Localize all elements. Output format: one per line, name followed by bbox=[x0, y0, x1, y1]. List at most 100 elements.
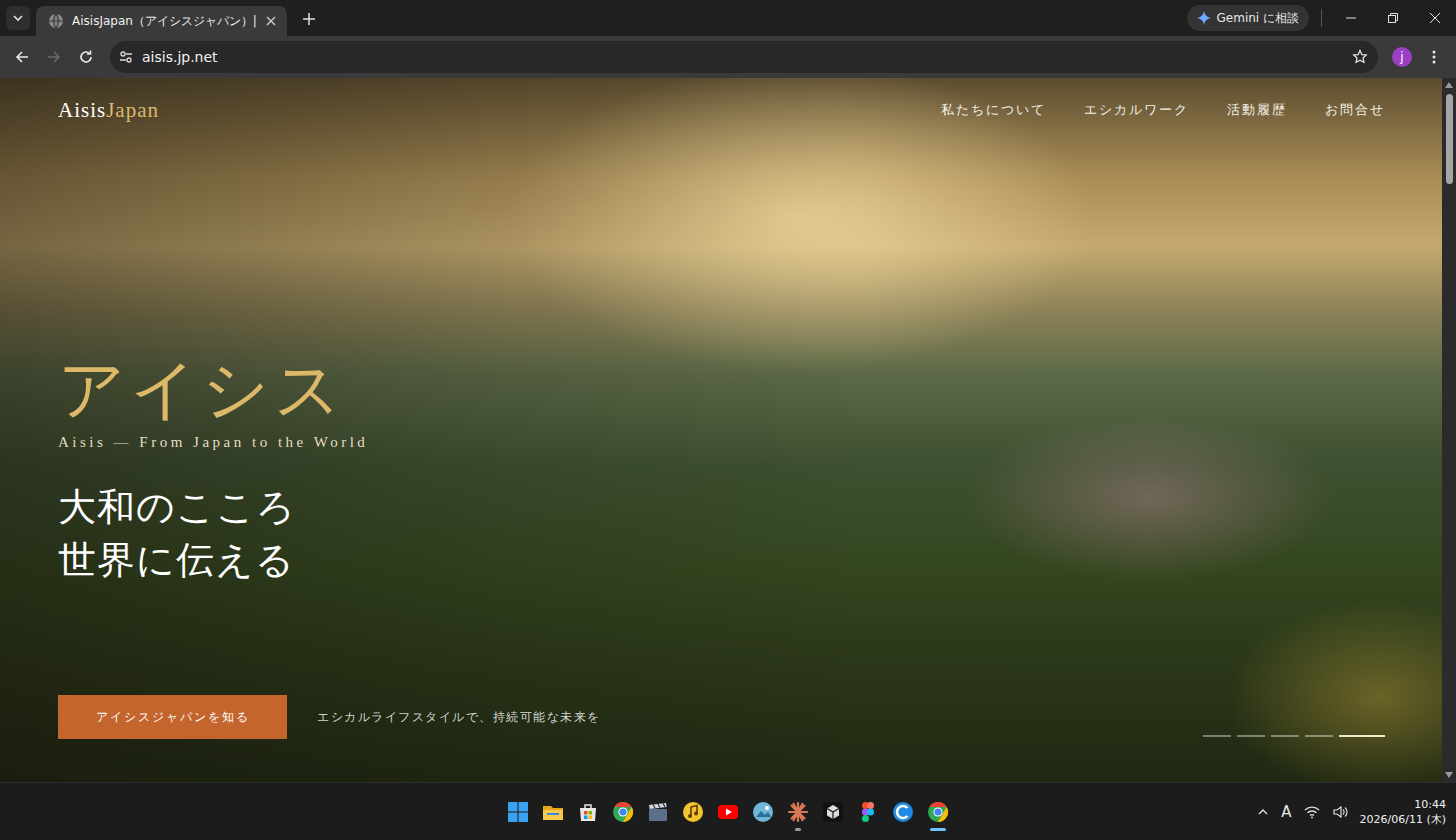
chrome-icon bbox=[927, 801, 949, 823]
music-icon bbox=[682, 801, 704, 823]
taskbar-app[interactable] bbox=[786, 792, 810, 832]
minimize-icon bbox=[1345, 12, 1357, 24]
nav-link[interactable]: 私たちについて bbox=[941, 101, 1046, 119]
browser-tab[interactable]: AisisJapan（アイシスジャパン）| bbox=[36, 6, 287, 36]
running-indicator bbox=[930, 828, 946, 831]
store-icon bbox=[577, 801, 599, 823]
taskbar-app[interactable] bbox=[891, 792, 915, 832]
gemini-button[interactable]: Gemini に相談 bbox=[1187, 5, 1309, 31]
scroll-down-button[interactable] bbox=[1445, 768, 1453, 782]
forward-arrow-icon bbox=[46, 49, 62, 65]
taskbar-app[interactable] bbox=[716, 792, 740, 832]
taskbar: A 10:442026/06/11 (木) bbox=[0, 782, 1456, 840]
restore-icon bbox=[1387, 12, 1399, 24]
clock[interactable]: 10:442026/06/11 (木) bbox=[1360, 797, 1446, 827]
scroll-up-button[interactable] bbox=[1445, 78, 1453, 92]
close-window-button[interactable] bbox=[1414, 0, 1456, 36]
taskbar-app[interactable] bbox=[611, 792, 635, 832]
cleaner-icon bbox=[892, 801, 914, 823]
taskbar-app[interactable] bbox=[751, 792, 775, 832]
reload-button[interactable] bbox=[72, 43, 100, 71]
profile-button[interactable]: j bbox=[1388, 43, 1416, 71]
taskbar-app[interactable] bbox=[541, 792, 565, 832]
scroll-thumb[interactable] bbox=[1446, 94, 1453, 184]
ime-indicator[interactable]: A bbox=[1281, 803, 1291, 821]
clock-date: 2026/06/11 (木) bbox=[1360, 812, 1446, 827]
nav-link[interactable]: お問合せ bbox=[1325, 101, 1385, 119]
scrollbar[interactable] bbox=[1442, 78, 1456, 782]
site-logo[interactable]: AisisJapan bbox=[58, 98, 159, 123]
nav-link[interactable]: エシカルワーク bbox=[1084, 101, 1189, 119]
taskbar-apps bbox=[506, 792, 950, 832]
cta-row: アイシスジャパンを知るエシカルライフスタイルで、持続可能な未来を bbox=[58, 695, 1385, 739]
speaker-icon bbox=[1332, 805, 1348, 819]
tagline-line: 大和のこころ bbox=[58, 481, 1385, 534]
site-header: AisisJapan 私たちについて エシカルワーク 活動履歴 お問合せ bbox=[58, 78, 1385, 124]
taskbar-app[interactable] bbox=[576, 792, 600, 832]
plus-icon bbox=[302, 12, 316, 26]
gemini-label: Gemini に相談 bbox=[1217, 10, 1299, 27]
app-kind bbox=[752, 801, 774, 823]
app-kind bbox=[612, 801, 634, 823]
figma-icon bbox=[857, 801, 879, 823]
youtube-icon bbox=[717, 801, 739, 823]
back-arrow-icon bbox=[14, 49, 30, 65]
taskbar-app[interactable] bbox=[646, 792, 670, 832]
slide-indicator[interactable] bbox=[1339, 735, 1385, 737]
separator bbox=[1321, 9, 1322, 27]
hero-title: アイシス bbox=[58, 356, 1385, 424]
claude-icon bbox=[787, 801, 809, 823]
slide-indicator[interactable] bbox=[1305, 735, 1333, 737]
down-triangle-icon bbox=[1445, 772, 1453, 778]
clock-time: 10:44 bbox=[1414, 797, 1446, 812]
forward-button[interactable] bbox=[40, 43, 68, 71]
app-kind bbox=[822, 801, 844, 823]
slide-indicator[interactable] bbox=[1203, 735, 1231, 737]
hero-section: AisisJapan 私たちについて エシカルワーク 活動履歴 お問合せアイシス Aisi… bbox=[0, 78, 1442, 782]
globe-icon bbox=[48, 13, 64, 29]
clapperboard-icon bbox=[647, 801, 669, 823]
kebab-menu-icon bbox=[1432, 49, 1436, 65]
app-kind bbox=[507, 801, 529, 823]
back-button[interactable] bbox=[8, 43, 36, 71]
new-tab-button[interactable] bbox=[295, 5, 323, 33]
app-kind bbox=[892, 801, 914, 823]
cta-button[interactable]: アイシスジャパンを知る bbox=[58, 695, 287, 739]
page-viewport: AisisJapan 私たちについて エシカルワーク 活動履歴 お問合せアイシス Aisi… bbox=[0, 78, 1456, 782]
minimize-button[interactable] bbox=[1330, 0, 1372, 36]
taskbar-app[interactable] bbox=[506, 792, 530, 832]
slide-indicator[interactable] bbox=[1237, 735, 1265, 737]
profile-avatar: j bbox=[1392, 47, 1412, 67]
taskbar-app[interactable] bbox=[681, 792, 705, 832]
reload-icon bbox=[78, 49, 94, 65]
slide-indicators bbox=[1203, 735, 1385, 737]
chrome-icon bbox=[612, 801, 634, 823]
restore-button[interactable] bbox=[1372, 0, 1414, 36]
browser-toolbar: aisis.jp.net j bbox=[0, 36, 1456, 78]
app-kind bbox=[717, 801, 739, 823]
taskbar-app[interactable] bbox=[856, 792, 880, 832]
app-kind bbox=[682, 801, 704, 823]
address-bar[interactable]: aisis.jp.net bbox=[110, 41, 1378, 73]
system-tray: A 10:442026/06/11 (木) bbox=[1257, 797, 1456, 827]
site-info-icon bbox=[118, 49, 134, 65]
logo-first: Aisis bbox=[58, 98, 106, 122]
hero-tagline: 大和のこころ世界に伝える bbox=[58, 481, 1385, 587]
app-kind bbox=[577, 801, 599, 823]
address-text: aisis.jp.net bbox=[142, 49, 1344, 65]
nav-link[interactable]: 活動履歴 bbox=[1227, 101, 1287, 119]
chevron-down-icon bbox=[12, 12, 24, 24]
folder-icon bbox=[542, 801, 564, 823]
wifi-icon bbox=[1304, 805, 1320, 819]
slide-indicator[interactable] bbox=[1271, 735, 1299, 737]
up-triangle-icon bbox=[1445, 82, 1453, 88]
close-icon bbox=[265, 15, 277, 27]
taskbar-app[interactable] bbox=[821, 792, 845, 832]
tab-search-button[interactable] bbox=[6, 6, 30, 30]
star-icon bbox=[1352, 49, 1368, 65]
app-kind bbox=[857, 801, 879, 823]
app-kind bbox=[927, 801, 949, 823]
taskbar-app[interactable] bbox=[926, 792, 950, 832]
app-kind bbox=[787, 801, 809, 823]
menu-button[interactable] bbox=[1420, 43, 1448, 71]
